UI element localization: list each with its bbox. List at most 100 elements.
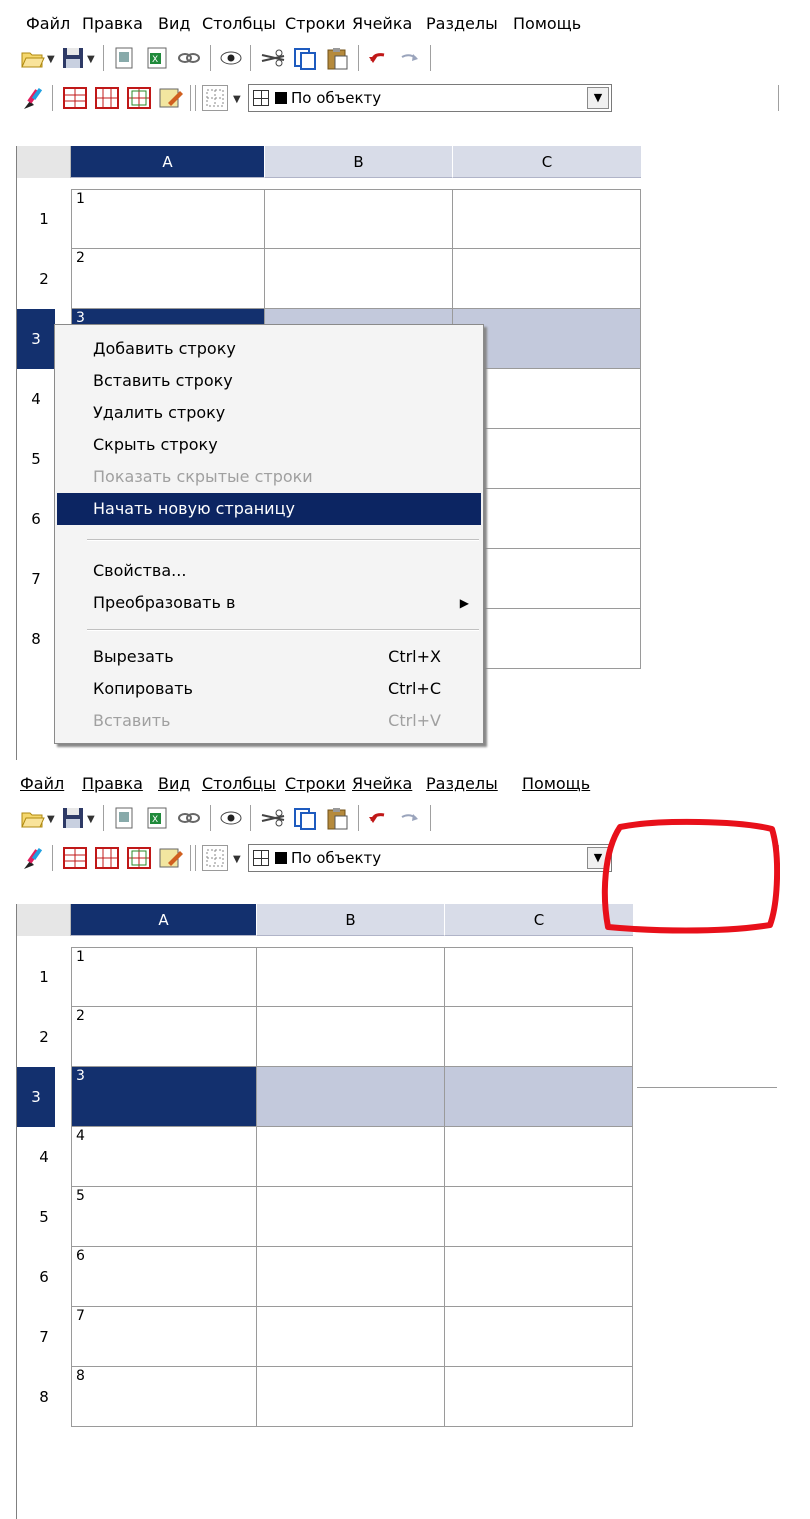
row-header-7[interactable]: 7: [17, 1307, 71, 1367]
cell-b5[interactable]: [257, 1187, 445, 1247]
menu-help[interactable]: Помощь: [522, 774, 590, 793]
column-header-a[interactable]: A: [71, 146, 265, 178]
grid-corner[interactable]: [17, 146, 71, 178]
menu-help[interactable]: Помощь: [513, 14, 581, 33]
cell-a1[interactable]: 1: [71, 189, 265, 249]
row-header-8[interactable]: 8: [17, 609, 55, 669]
menu-view[interactable]: Вид: [158, 774, 190, 793]
edit-cell-icon[interactable]: [158, 845, 184, 871]
cell-c3[interactable]: [445, 1067, 633, 1127]
chevron-down-icon[interactable]: ▼: [233, 94, 241, 105]
menu-item-new-page[interactable]: Начать новую страницу: [57, 493, 481, 525]
export-excel-icon[interactable]: X: [144, 45, 170, 71]
menu-file[interactable]: Файл: [26, 14, 70, 33]
preview-eye-icon[interactable]: [218, 45, 244, 71]
cell-a7[interactable]: 7: [71, 1307, 257, 1367]
menu-columns[interactable]: Столбцы: [202, 14, 276, 33]
cell-c5[interactable]: [445, 1187, 633, 1247]
chevron-down-icon[interactable]: ▼: [87, 54, 95, 65]
cell-c2[interactable]: [453, 249, 641, 309]
insert-table-row-icon[interactable]: [62, 845, 88, 871]
cell-b2[interactable]: [257, 1007, 445, 1067]
redo-icon[interactable]: [396, 45, 422, 71]
table-grid-icon[interactable]: [126, 845, 152, 871]
row-header-6[interactable]: 6: [17, 489, 55, 549]
cell-c1[interactable]: [453, 189, 641, 249]
menu-edit[interactable]: Правка: [82, 774, 143, 793]
save-icon[interactable]: [60, 45, 86, 71]
table-grid-icon[interactable]: [126, 85, 152, 111]
preview-eye-icon[interactable]: [218, 805, 244, 831]
cell-a3[interactable]: 3: [71, 1067, 257, 1127]
cell-c6[interactable]: [445, 1247, 633, 1307]
border-style-combo[interactable]: По объекту ▼: [248, 84, 612, 112]
menu-item-convert-to[interactable]: Преобразовать в ▶: [57, 587, 481, 619]
row-header-4[interactable]: 4: [17, 1127, 71, 1187]
copy-icon[interactable]: [292, 805, 318, 831]
row-header-4[interactable]: 4: [17, 369, 55, 429]
export-excel-icon[interactable]: X: [144, 805, 170, 831]
menu-item-add-row[interactable]: Добавить строку: [57, 333, 481, 365]
undo-icon[interactable]: [366, 805, 392, 831]
cell-b1[interactable]: [265, 189, 453, 249]
menu-rows[interactable]: Строки: [285, 774, 346, 793]
grid-corner[interactable]: [17, 904, 71, 936]
paste-icon[interactable]: [324, 805, 350, 831]
menu-cell[interactable]: Ячейка: [352, 14, 412, 33]
cell-c8[interactable]: [445, 1367, 633, 1427]
menu-rows[interactable]: Строки: [285, 14, 346, 33]
save-icon[interactable]: [60, 805, 86, 831]
insert-table-row-icon[interactable]: [62, 85, 88, 111]
row-header-3[interactable]: 3: [17, 1067, 55, 1127]
menu-item-hide-row[interactable]: Скрыть строку: [57, 429, 481, 461]
cell-b2[interactable]: [265, 249, 453, 309]
menu-item-copy[interactable]: Копировать Ctrl+C: [57, 673, 481, 705]
menu-sections[interactable]: Разделы: [426, 14, 498, 33]
menu-edit[interactable]: Правка: [82, 14, 143, 33]
template-icon[interactable]: [112, 805, 138, 831]
paste-icon[interactable]: [324, 45, 350, 71]
format-brush-icon[interactable]: [20, 85, 46, 111]
cut-icon[interactable]: [260, 45, 286, 71]
row-header-8[interactable]: 8: [17, 1367, 71, 1427]
borders-icon[interactable]: [202, 845, 228, 871]
cell-a1[interactable]: 1: [71, 947, 257, 1007]
cell-a8[interactable]: 8: [71, 1367, 257, 1427]
cell-a2[interactable]: 2: [71, 1007, 257, 1067]
column-header-b[interactable]: B: [257, 904, 445, 936]
open-folder-icon[interactable]: [20, 45, 46, 71]
insert-table-col-icon[interactable]: [94, 845, 120, 871]
template-icon[interactable]: [112, 45, 138, 71]
cell-b7[interactable]: [257, 1307, 445, 1367]
combo-dropdown-icon[interactable]: ▼: [587, 87, 609, 109]
menu-view[interactable]: Вид: [158, 14, 190, 33]
cell-c1[interactable]: [445, 947, 633, 1007]
row-header-5[interactable]: 5: [17, 429, 55, 489]
row-header-5[interactable]: 5: [17, 1187, 71, 1247]
chevron-down-icon[interactable]: ▼: [87, 814, 95, 825]
cell-b8[interactable]: [257, 1367, 445, 1427]
column-header-a[interactable]: A: [71, 904, 257, 936]
cell-b4[interactable]: [257, 1127, 445, 1187]
cell-b3[interactable]: [257, 1067, 445, 1127]
border-style-combo[interactable]: По объекту ▼: [248, 844, 612, 872]
chevron-down-icon[interactable]: ▼: [233, 854, 241, 865]
menu-item-cut[interactable]: Вырезать Ctrl+X: [57, 641, 481, 673]
cell-a5[interactable]: 5: [71, 1187, 257, 1247]
cell-b6[interactable]: [257, 1247, 445, 1307]
row-header-1[interactable]: 1: [17, 947, 71, 1007]
cell-a2[interactable]: 2: [71, 249, 265, 309]
cell-a4[interactable]: 4: [71, 1127, 257, 1187]
link-icon[interactable]: [176, 45, 202, 71]
redo-icon[interactable]: [396, 805, 422, 831]
row-header-2[interactable]: 2: [17, 249, 71, 309]
row-header-1[interactable]: 1: [17, 189, 71, 249]
edit-cell-icon[interactable]: [158, 85, 184, 111]
cell-b1[interactable]: [257, 947, 445, 1007]
menu-columns[interactable]: Столбцы: [202, 774, 276, 793]
borders-icon[interactable]: [202, 85, 228, 111]
menu-cell[interactable]: Ячейка: [352, 774, 412, 793]
cut-icon[interactable]: [260, 805, 286, 831]
menu-item-insert-row[interactable]: Вставить строку: [57, 365, 481, 397]
menu-file[interactable]: Файл: [20, 774, 64, 793]
